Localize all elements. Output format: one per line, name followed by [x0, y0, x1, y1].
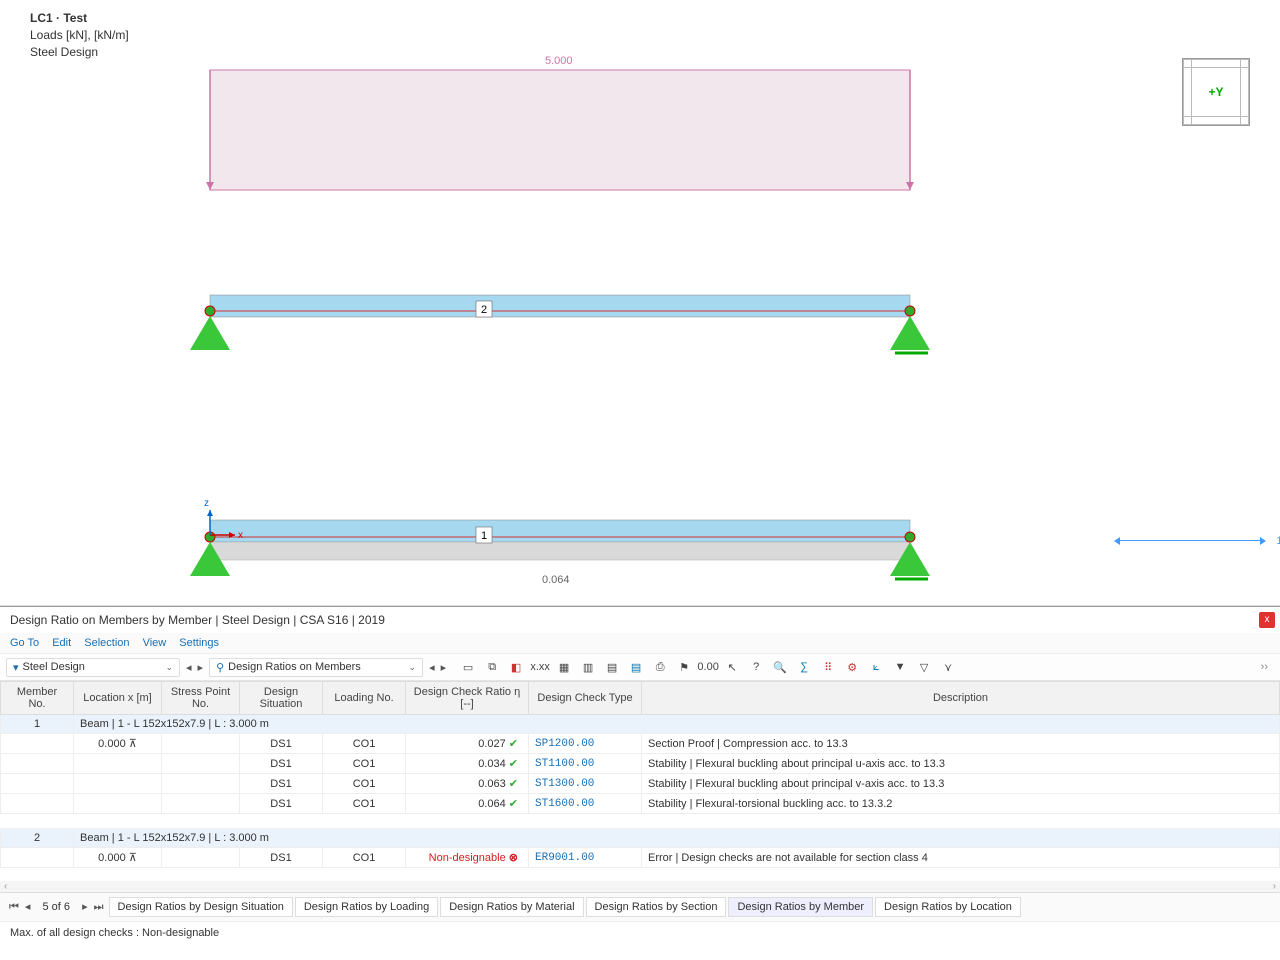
group-row[interactable]: 2Beam | 1 - L 152x152x7.9 | L : 3.000 m: [1, 829, 1280, 848]
svg-text:x: x: [238, 530, 243, 541]
subtab-selector[interactable]: ⚲Design Ratios on Members⌄: [209, 658, 423, 677]
col-desc[interactable]: Description: [642, 682, 1280, 715]
select-icon[interactable]: ▭: [458, 657, 478, 677]
footer-tab[interactable]: Design Ratios by Member: [728, 897, 873, 917]
filter2-icon[interactable]: ▽: [914, 657, 934, 677]
col-situation[interactable]: Design Situation: [240, 682, 323, 715]
footer-tabs: ⏮◂ 5 of 6 ▸⏭ Design Ratios by Design Sit…: [0, 892, 1280, 921]
tree-selector[interactable]: ▾Steel Design⌄: [6, 658, 180, 677]
toolbar-icons: ▭ ⧉ ◧ x.xx ▦ ▥ ▤ ▤ ⎙ ⚑ 0.00 ↖ ? 🔍 ∑ ⠿ ⚙ …: [458, 657, 958, 677]
axis-indicator: +Y: [1182, 58, 1250, 126]
table-row[interactable]: DS1CO10.063 ✔ST1300.00Stability | Flexur…: [1, 774, 1280, 794]
format-icon[interactable]: x.xx: [530, 657, 550, 677]
flag-icon[interactable]: ⚑: [674, 657, 694, 677]
footer-tab[interactable]: Design Ratios by Design Situation: [109, 897, 293, 917]
menu-settings[interactable]: Settings: [179, 637, 219, 649]
copy-icon[interactable]: ⧉: [482, 657, 502, 677]
record-nav[interactable]: ⏮◂ 5 of 6 ▸⏭: [6, 900, 107, 914]
palette-icon[interactable]: ◧: [506, 657, 526, 677]
table-icon[interactable]: ▦: [554, 657, 574, 677]
digits-icon[interactable]: 0.00: [698, 657, 718, 677]
help-icon[interactable]: ?: [746, 657, 766, 677]
menu-selection[interactable]: Selection: [84, 637, 129, 649]
menu-edit[interactable]: Edit: [52, 637, 71, 649]
expand-icon[interactable]: ››: [1255, 661, 1274, 673]
gear-icon[interactable]: ⚙: [842, 657, 862, 677]
dots-icon[interactable]: ⠿: [818, 657, 838, 677]
sum-icon[interactable]: ∑: [794, 657, 814, 677]
col-ratio[interactable]: Design Check Ratio η [--]: [406, 682, 529, 715]
bar-icon[interactable]: ▥: [578, 657, 598, 677]
cursor-icon[interactable]: ↖: [722, 657, 742, 677]
col-loading[interactable]: Loading No.: [323, 682, 406, 715]
table-row[interactable]: 0.000 ⊼DS1CO10.027 ✔SP1200.00Section Pro…: [1, 734, 1280, 754]
model-svg: 5.000 2 1 0.064 x z: [0, 0, 960, 600]
table-row[interactable]: DS1CO10.034 ✔ST1100.00Stability | Flexur…: [1, 754, 1280, 774]
results-table-wrap[interactable]: Member No. Location x [m] Stress Point N…: [0, 681, 1280, 881]
status-bar: Max. of all design checks : Non-designab…: [0, 921, 1280, 944]
footer-tab[interactable]: Design Ratios by Location: [875, 897, 1021, 917]
zoom-icon[interactable]: 🔍: [770, 657, 790, 677]
chart-icon[interactable]: ⟀: [866, 657, 886, 677]
hscroll[interactable]: ‹›: [0, 881, 1280, 892]
svg-text:z: z: [204, 498, 209, 509]
filter3-icon[interactable]: ⋎: [938, 657, 958, 677]
menu-goto[interactable]: Go To: [10, 637, 39, 649]
scale-bar: 10.000: [1120, 540, 1260, 553]
close-icon[interactable]: x: [1259, 612, 1275, 628]
model-viewport[interactable]: LC1 · Test Loads [kN], [kN/m] Steel Desi…: [0, 0, 1280, 606]
table-row[interactable]: 0.000 ⊼DS1CO1Non-designable ⊗ER9001.00Er…: [1, 848, 1280, 868]
panel-title-bar: Design Ratio on Members by Member | Stee…: [0, 606, 1280, 633]
col-member[interactable]: Member No.: [1, 682, 74, 715]
table-row[interactable]: DS1CO10.064 ✔ST1600.00Stability | Flexur…: [1, 794, 1280, 814]
nav-arrows-2[interactable]: ◂▸: [427, 661, 448, 674]
list-icon[interactable]: ▤: [626, 657, 646, 677]
print-icon[interactable]: ⎙: [650, 657, 670, 677]
col-location[interactable]: Location x [m]: [74, 682, 162, 715]
menu-view[interactable]: View: [143, 637, 167, 649]
group-row[interactable]: 1Beam | 1 - L 152x152x7.9 | L : 3.000 m: [1, 715, 1280, 734]
panel-title: Design Ratio on Members by Member | Stee…: [10, 613, 385, 627]
column-icon[interactable]: ▤: [602, 657, 622, 677]
footer-tab[interactable]: Design Ratios by Section: [586, 897, 727, 917]
footer-tab[interactable]: Design Ratios by Loading: [295, 897, 438, 917]
panel-navbar: ▾Steel Design⌄ ◂▸ ⚲Design Ratios on Memb…: [0, 654, 1280, 681]
col-stress[interactable]: Stress Point No.: [162, 682, 240, 715]
filter-icon[interactable]: ▼: [890, 657, 910, 677]
col-type[interactable]: Design Check Type: [529, 682, 642, 715]
svg-text:0.064: 0.064: [542, 574, 570, 586]
footer-tab[interactable]: Design Ratios by Material: [440, 897, 583, 917]
panel-menubar: Go To Edit Selection View Settings: [0, 633, 1280, 654]
svg-text:2: 2: [481, 304, 487, 316]
results-table: Member No. Location x [m] Stress Point N…: [0, 681, 1280, 881]
nav-arrows-1[interactable]: ◂▸: [184, 661, 205, 674]
svg-text:1: 1: [481, 530, 487, 542]
svg-text:5.000: 5.000: [545, 55, 573, 67]
